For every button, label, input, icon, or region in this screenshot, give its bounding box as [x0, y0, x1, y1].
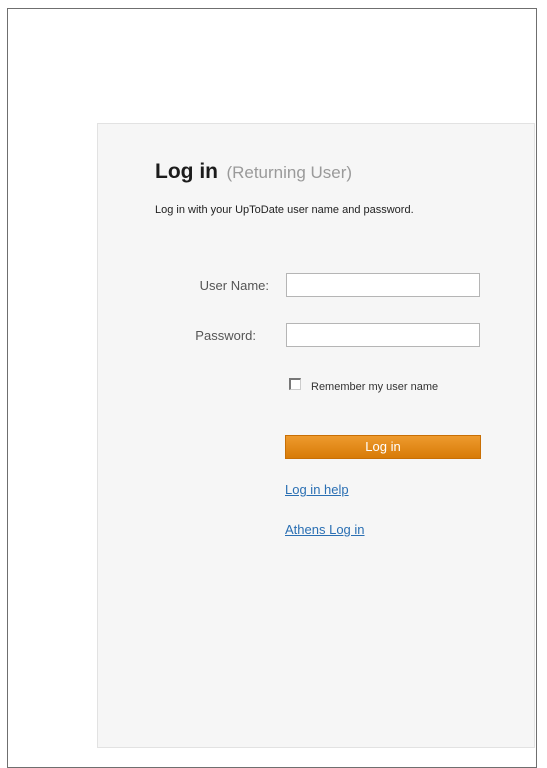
password-input[interactable] — [286, 323, 480, 347]
login-help-link[interactable]: Log in help — [285, 482, 349, 497]
remember-row: Remember my user name — [289, 375, 438, 393]
remember-checkbox[interactable] — [289, 378, 301, 390]
intro-text: Log in with your UpToDate user name and … — [155, 204, 414, 216]
remember-label[interactable]: Remember my user name — [311, 381, 438, 393]
username-label: User Name: — [199, 278, 269, 293]
login-panel: Log in (Returning User) Log in with your… — [97, 123, 535, 748]
password-label: Password: — [195, 328, 256, 343]
login-button[interactable]: Log in — [285, 435, 481, 459]
page-title: Log in — [155, 160, 218, 183]
page-subtitle: (Returning User) — [226, 163, 353, 182]
title-row: Log in (Returning User) — [155, 160, 352, 184]
username-input[interactable] — [286, 273, 480, 297]
page-frame: Log in (Returning User) Log in with your… — [7, 8, 537, 768]
athens-login-link[interactable]: Athens Log in — [285, 522, 365, 537]
